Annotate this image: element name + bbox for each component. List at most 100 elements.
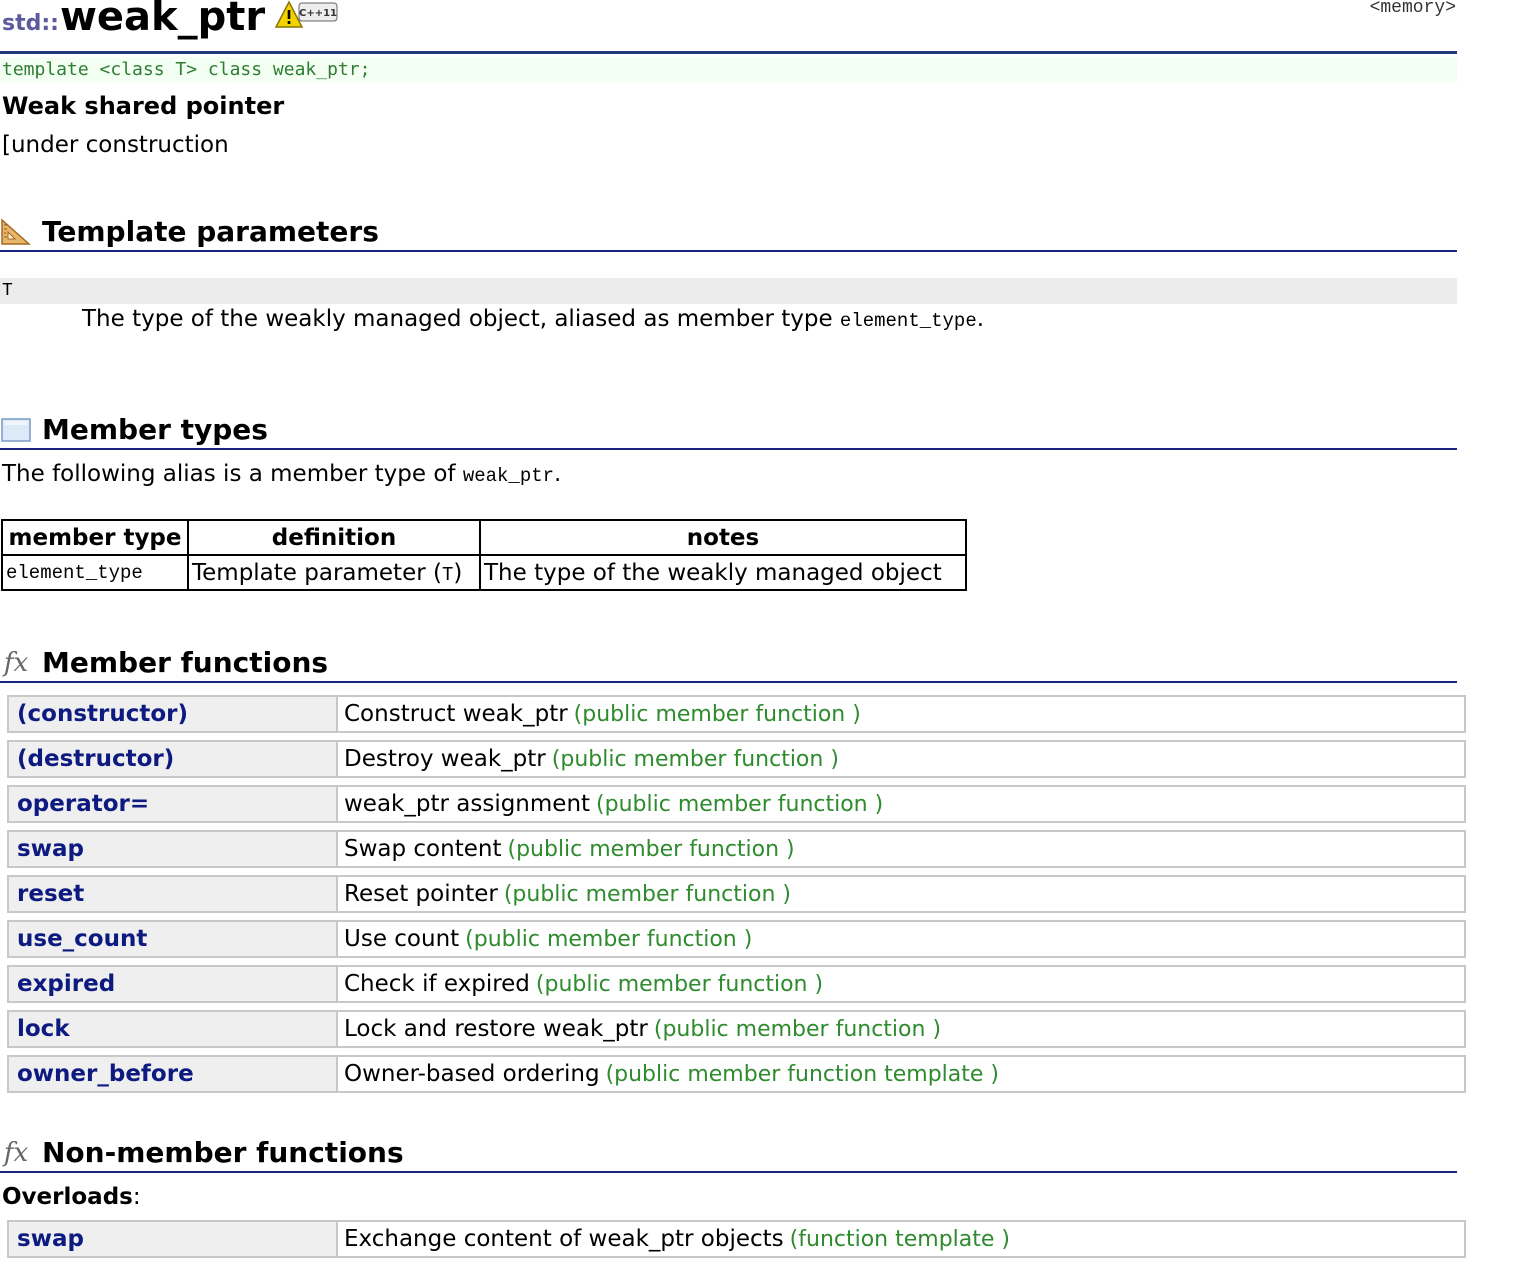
header-include: <memory> bbox=[1369, 0, 1456, 18]
cell-notes: The type of the weakly managed object bbox=[479, 554, 967, 591]
title-main: weak_ptr bbox=[59, 0, 266, 40]
table-row: reset Reset pointer (public member functi… bbox=[7, 875, 1466, 913]
function-link[interactable]: expired bbox=[7, 965, 338, 1003]
function-description: Exchange content of weak_ptr objects (fun… bbox=[338, 1220, 1466, 1258]
function-kind: (public member function ) bbox=[503, 882, 791, 907]
section-divider bbox=[0, 250, 1457, 252]
table-row: expired Check if expired (public member f… bbox=[7, 965, 1466, 1003]
section-member-types: Member types bbox=[0, 413, 1457, 450]
function-description: Destroy weak_ptr (public member function … bbox=[338, 740, 1466, 778]
function-kind: (public member function template ) bbox=[605, 1062, 1000, 1087]
table-row: owner_before Owner-based ordering (public… bbox=[7, 1055, 1466, 1093]
description-text: Use count bbox=[344, 926, 460, 952]
member-types-table: member type definition notes element_typ… bbox=[1, 519, 967, 591]
description-text: Owner-based ordering bbox=[344, 1061, 600, 1087]
member-functions-table: (constructor) Construct weak_ptr (public … bbox=[7, 688, 1466, 1100]
description-text: Reset pointer bbox=[344, 881, 498, 907]
column-header-member-type: member type bbox=[1, 519, 189, 556]
description-text: Lock and restore weak_ptr bbox=[344, 1016, 648, 1042]
function-link[interactable]: lock bbox=[7, 1010, 338, 1048]
table-row: operator= weak_ptr assignment (public mem… bbox=[7, 785, 1466, 823]
function-link[interactable]: operator= bbox=[7, 785, 338, 823]
definition-code: T bbox=[441, 563, 454, 586]
function-kind: (public member function ) bbox=[507, 837, 795, 862]
function-description: weak_ptr assignment (public member functi… bbox=[338, 785, 1466, 823]
function-link[interactable]: (destructor) bbox=[7, 740, 338, 778]
cpp11-warning-icon: C++11 bbox=[275, 0, 339, 30]
table-row: lock Lock and restore weak_ptr (public me… bbox=[7, 1010, 1466, 1048]
table-row: swap Exchange content of weak_ptr object… bbox=[7, 1220, 1466, 1258]
function-description: Owner-based ordering (public member funct… bbox=[338, 1055, 1466, 1093]
table-row: swap Swap content (public member function… bbox=[7, 830, 1466, 868]
intro-text: The following alias is a member type of bbox=[2, 461, 463, 487]
function-link[interactable]: swap bbox=[7, 1220, 338, 1258]
function-link[interactable]: owner_before bbox=[7, 1055, 338, 1093]
section-title: Template parameters bbox=[42, 215, 379, 248]
function-description: Use count (public member function ) bbox=[338, 920, 1466, 958]
definition-text: Template parameter ( bbox=[192, 559, 442, 586]
badge-text: C++11 bbox=[299, 8, 337, 19]
table-row: (destructor) Destroy weak_ptr (public mem… bbox=[7, 740, 1466, 778]
function-description: Construct weak_ptr (public member functio… bbox=[338, 695, 1466, 733]
title-namespace[interactable]: std:: bbox=[2, 11, 59, 36]
description-text: Construct weak_ptr bbox=[344, 701, 568, 727]
function-description: Check if expired (public member function … bbox=[338, 965, 1466, 1003]
param-name: T bbox=[0, 278, 1457, 304]
class-prototype: template <class T> class weak_ptr; bbox=[0, 57, 1457, 82]
section-divider bbox=[0, 681, 1457, 683]
function-kind: (function template ) bbox=[789, 1227, 1011, 1252]
function-kind: (public member function ) bbox=[596, 792, 884, 817]
cell-definition: Template parameter (T) bbox=[187, 554, 481, 591]
cell-member-type: element_type bbox=[1, 554, 189, 591]
function-icon: 𝑓𝑥 bbox=[3, 1137, 29, 1168]
function-link[interactable]: swap bbox=[7, 830, 338, 868]
function-icon: 𝑓𝑥 bbox=[3, 647, 29, 678]
member-types-intro: The following alias is a member type of … bbox=[2, 461, 561, 487]
function-description: Swap content (public member function ) bbox=[338, 830, 1466, 868]
section-title: Member functions bbox=[42, 646, 329, 679]
function-kind: (public member function ) bbox=[653, 1017, 942, 1042]
description-text: weak_ptr assignment bbox=[344, 791, 591, 817]
section-template-parameters: Template parameters bbox=[0, 215, 1457, 252]
intro-code: weak_ptr bbox=[462, 465, 555, 487]
table-row: element_type Template parameter (T) The … bbox=[1, 554, 967, 591]
non-member-functions-table: swap Exchange content of weak_ptr object… bbox=[7, 1213, 1466, 1265]
table-header-row: member type definition notes bbox=[1, 519, 967, 556]
column-header-notes: notes bbox=[479, 519, 967, 556]
function-kind: (public member function ) bbox=[573, 702, 861, 727]
ruler-icon bbox=[0, 217, 32, 247]
function-kind: (public member function ) bbox=[465, 927, 753, 952]
title-divider bbox=[0, 51, 1457, 54]
param-description: The type of the weakly managed object, a… bbox=[82, 306, 984, 332]
param-desc-end: . bbox=[976, 306, 985, 332]
overloads-label: Overloads: bbox=[2, 1184, 141, 1210]
function-kind: (public member function ) bbox=[551, 747, 839, 772]
function-kind: (public member function ) bbox=[535, 972, 824, 997]
description-text: Destroy weak_ptr bbox=[344, 746, 546, 772]
overloads-text: Overloads bbox=[2, 1184, 133, 1210]
table-row: (constructor) Construct weak_ptr (public … bbox=[7, 695, 1466, 733]
definition-end: ) bbox=[453, 559, 463, 586]
function-description: Reset pointer (public member function ) bbox=[338, 875, 1466, 913]
section-title: Non-member functions bbox=[42, 1136, 404, 1169]
function-link[interactable]: use_count bbox=[7, 920, 338, 958]
description-text: Swap content bbox=[344, 836, 502, 862]
intro-end: . bbox=[554, 461, 562, 487]
param-desc-text: The type of the weakly managed object, a… bbox=[82, 306, 840, 332]
member-types-icon bbox=[0, 415, 32, 445]
overloads-colon: : bbox=[132, 1184, 141, 1210]
description-text: Check if expired bbox=[344, 971, 530, 997]
section-title: Member types bbox=[42, 413, 268, 446]
param-desc-code: element_type bbox=[839, 310, 977, 332]
function-description: Lock and restore weak_ptr (public member … bbox=[338, 1010, 1466, 1048]
brief-description: Weak shared pointer bbox=[2, 92, 285, 120]
section-divider bbox=[0, 1171, 1457, 1173]
section-non-member-functions: 𝑓𝑥 Non-member functions bbox=[0, 1136, 1457, 1173]
function-link[interactable]: (constructor) bbox=[7, 695, 338, 733]
construction-note: [under construction bbox=[2, 132, 229, 158]
description-text: Exchange content of weak_ptr objects bbox=[344, 1226, 784, 1252]
section-divider bbox=[0, 448, 1457, 450]
function-link[interactable]: reset bbox=[7, 875, 338, 913]
page-title: std:: weak_ptr C++11 bbox=[2, 0, 339, 40]
section-member-functions: 𝑓𝑥 Member functions bbox=[0, 646, 1457, 683]
